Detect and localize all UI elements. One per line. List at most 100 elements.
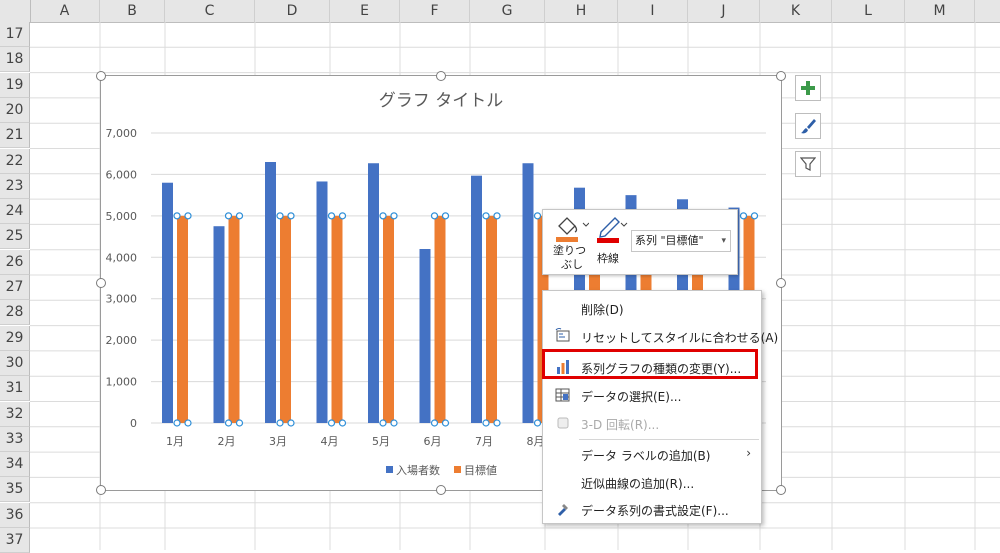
- row-header-27[interactable]: 27: [0, 275, 30, 300]
- series-selection-handle[interactable]: [430, 212, 439, 220]
- column-header-j[interactable]: J: [688, 0, 760, 22]
- bar-目標値[interactable]: [331, 215, 343, 423]
- legend-entry[interactable]: 入場者数: [396, 464, 440, 477]
- series-selection-handle[interactable]: [441, 212, 450, 220]
- bar-入場者数[interactable]: [213, 226, 225, 423]
- series-selection-handle[interactable]: [493, 212, 501, 220]
- bar-入場者数[interactable]: [471, 175, 482, 423]
- chart-styles-button[interactable]: [795, 113, 821, 139]
- chart-elements-button[interactable]: [795, 75, 821, 101]
- series-selection-handle[interactable]: [276, 419, 284, 427]
- row-header-30[interactable]: 30: [0, 350, 30, 376]
- legend-entry[interactable]: 目標値: [464, 463, 497, 477]
- column-header-k[interactable]: K: [760, 0, 832, 22]
- column-header-e[interactable]: E: [330, 0, 400, 22]
- series-selection-handle[interactable]: [493, 419, 501, 427]
- series-selection-handle[interactable]: [482, 212, 490, 220]
- column-header-m[interactable]: M: [905, 0, 975, 22]
- row-header-34[interactable]: 34: [0, 452, 30, 478]
- series-selection-handle[interactable]: [173, 212, 181, 220]
- series-selection-handle[interactable]: [750, 212, 759, 220]
- row-header-20[interactable]: 20: [0, 97, 30, 123]
- bar-入場者数[interactable]: [522, 163, 534, 423]
- column-header-f[interactable]: F: [400, 0, 470, 22]
- series-selection-handle[interactable]: [482, 419, 490, 427]
- row-header-18[interactable]: 18: [0, 47, 30, 73]
- row-header-36[interactable]: 36: [0, 502, 30, 528]
- row-header-37[interactable]: 37: [0, 528, 30, 553]
- series-selection-handle[interactable]: [173, 419, 181, 427]
- menu-item-format-data-series[interactable]: データ系列の書式設定(F)...: [543, 496, 761, 522]
- resize-handle-right[interactable]: [776, 278, 786, 288]
- row-header-26[interactable]: 26: [0, 249, 30, 275]
- column-header-h[interactable]: H: [545, 0, 618, 22]
- series-selection-handle[interactable]: [235, 212, 244, 220]
- series-selection-handle[interactable]: [533, 212, 542, 220]
- bar-目標値[interactable]: [280, 215, 291, 423]
- bar-目標値[interactable]: [177, 215, 188, 423]
- resize-handle-left[interactable]: [96, 278, 106, 288]
- resize-handle-bottom-right[interactable]: [776, 485, 786, 495]
- menu-item-reset-style[interactable]: リセットしてスタイルに合わせる(A): [543, 323, 778, 349]
- series-selection-handle[interactable]: [379, 212, 387, 220]
- row-header-31[interactable]: 31: [0, 376, 30, 402]
- series-selection-handle[interactable]: [441, 419, 450, 427]
- bar-入場者数[interactable]: [419, 249, 431, 423]
- bar-目標値[interactable]: [383, 215, 394, 423]
- row-header-33[interactable]: 33: [0, 426, 30, 452]
- row-header-21[interactable]: 21: [0, 123, 30, 149]
- bar-入場者数[interactable]: [162, 182, 173, 423]
- series-selection-handle[interactable]: [390, 419, 398, 427]
- row-header-29[interactable]: 29: [0, 325, 30, 351]
- select-all-corner[interactable]: [0, 0, 31, 22]
- bar-目標値[interactable]: [434, 215, 446, 423]
- series-selection-handle[interactable]: [533, 419, 542, 427]
- row-header-24[interactable]: 24: [0, 199, 30, 225]
- series-selection-handle[interactable]: [224, 419, 233, 427]
- menu-item-select-data[interactable]: データの選択(E)...: [543, 382, 761, 408]
- series-selection-handle[interactable]: [224, 212, 233, 220]
- resize-handle-top-left[interactable]: [96, 71, 106, 81]
- row-header-23[interactable]: 23: [0, 173, 30, 199]
- column-header-g[interactable]: G: [470, 0, 545, 22]
- bar-入場者数[interactable]: [368, 163, 379, 423]
- series-selection-handle[interactable]: [430, 419, 439, 427]
- bar-入場者数[interactable]: [316, 181, 328, 423]
- row-header-22[interactable]: 22: [0, 148, 30, 174]
- column-header-l[interactable]: L: [832, 0, 905, 22]
- bar-目標値[interactable]: [486, 215, 497, 423]
- menu-item-delete[interactable]: 削除(D): [543, 295, 761, 321]
- chart-title[interactable]: グラフ タイトル: [379, 91, 503, 111]
- row-header-17[interactable]: 17: [0, 22, 30, 47]
- row-header-25[interactable]: 25: [0, 224, 30, 250]
- series-selection-handle[interactable]: [184, 419, 192, 427]
- series-selection-handle[interactable]: [287, 419, 295, 427]
- series-select-dropdown[interactable]: 系列 "目標値" ▾: [631, 230, 731, 252]
- row-header-28[interactable]: 28: [0, 300, 30, 326]
- resize-handle-bottom[interactable]: [436, 485, 446, 495]
- series-selection-handle[interactable]: [338, 212, 347, 220]
- menu-item-add-trendline[interactable]: 近似曲線の追加(R)...: [543, 469, 761, 495]
- series-selection-handle[interactable]: [276, 212, 284, 220]
- chart-filters-button[interactable]: [795, 151, 821, 177]
- menu-item-add-data-labels[interactable]: データ ラベルの追加(B) ›: [543, 441, 761, 467]
- bar-入場者数[interactable]: [265, 162, 276, 423]
- series-selection-handle[interactable]: [235, 419, 244, 427]
- resize-handle-top[interactable]: [436, 71, 446, 81]
- series-selection-handle[interactable]: [739, 212, 748, 220]
- column-header-d[interactable]: D: [255, 0, 330, 22]
- column-header-i[interactable]: I: [618, 0, 688, 22]
- row-header-32[interactable]: 32: [0, 401, 30, 427]
- series-selection-handle[interactable]: [327, 419, 336, 427]
- resize-handle-bottom-left[interactable]: [96, 485, 106, 495]
- row-header-19[interactable]: 19: [0, 72, 30, 98]
- series-selection-handle[interactable]: [327, 212, 336, 220]
- series-selection-handle[interactable]: [287, 212, 295, 220]
- column-header-a[interactable]: A: [30, 0, 100, 22]
- series-selection-handle[interactable]: [338, 419, 347, 427]
- series-selection-handle[interactable]: [184, 212, 192, 220]
- fill-button[interactable]: 塗りつ ぶし: [547, 212, 591, 272]
- bar-目標値[interactable]: [228, 215, 240, 423]
- outline-button[interactable]: 枠線: [593, 212, 629, 272]
- column-header-c[interactable]: C: [165, 0, 255, 22]
